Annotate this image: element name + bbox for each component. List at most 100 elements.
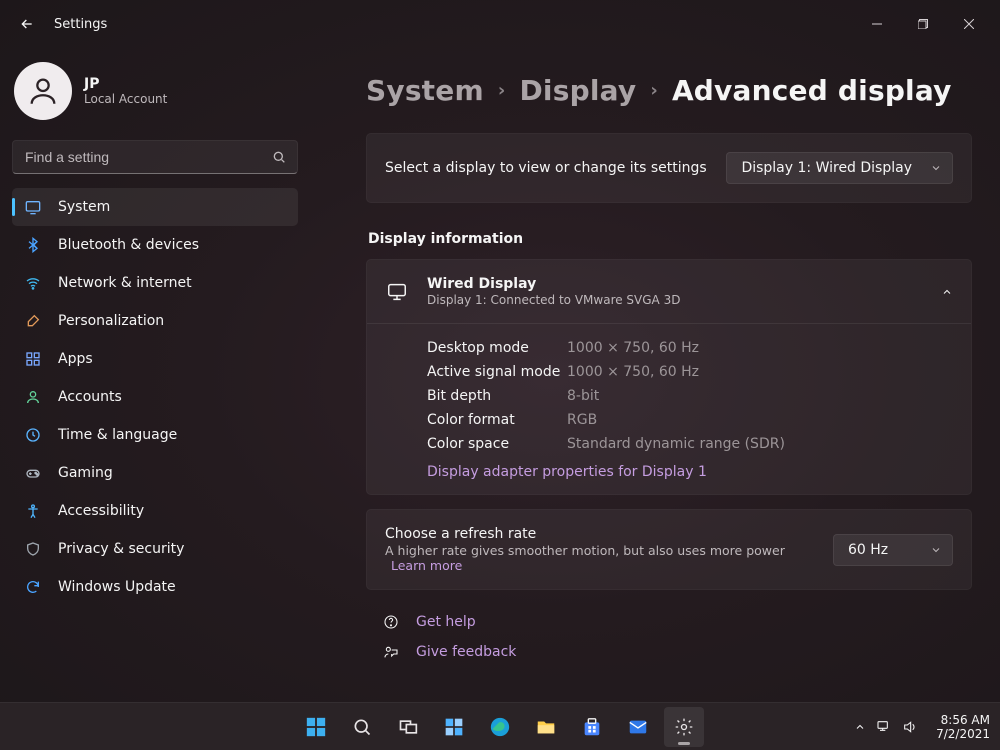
nav-label: Network & internet	[58, 275, 192, 291]
close-button[interactable]	[946, 8, 992, 40]
shield-icon	[24, 540, 42, 558]
mail-button[interactable]	[618, 707, 658, 747]
app-title: Settings	[54, 17, 107, 32]
edge-button[interactable]	[480, 707, 520, 747]
globe-icon	[24, 426, 42, 444]
info-row: Bit depth8-bit	[427, 384, 953, 408]
widgets-button[interactable]	[434, 707, 474, 747]
minimize-button[interactable]	[854, 8, 900, 40]
wifi-icon	[24, 274, 42, 292]
user-name: JP	[84, 76, 167, 92]
nav-label: Personalization	[58, 313, 164, 329]
breadcrumb: System › Display › Advanced display	[366, 74, 972, 107]
get-help-link[interactable]: Get help	[382, 614, 972, 630]
clock-time: 8:56 AM	[936, 713, 990, 727]
chevron-down-icon	[930, 544, 942, 556]
dropdown-value: 60 Hz	[848, 542, 888, 558]
select-display-card: Select a display to view or change its s…	[366, 133, 972, 203]
refresh-rate-card: Choose a refresh rate A higher rate give…	[366, 509, 972, 590]
help-icon	[382, 614, 400, 630]
nav-label: Apps	[58, 351, 93, 367]
maximize-button[interactable]	[900, 8, 946, 40]
nav-item-bluetooth[interactable]: Bluetooth & devices	[12, 226, 298, 264]
nav-item-accounts[interactable]: Accounts	[12, 378, 298, 416]
tray-chevron-up-icon[interactable]	[854, 721, 866, 733]
task-view-button[interactable]	[388, 707, 428, 747]
info-row: Desktop mode1000 × 750, 60 Hz	[427, 336, 953, 360]
monitor-icon	[385, 280, 409, 304]
info-row: Color spaceStandard dynamic range (SDR)	[427, 432, 953, 456]
user-subtitle: Local Account	[84, 92, 167, 106]
chevron-down-icon	[930, 162, 942, 174]
system-tray[interactable]	[854, 719, 918, 735]
settings-taskbar-button[interactable]	[664, 707, 704, 747]
learn-more-link[interactable]: Learn more	[391, 558, 462, 573]
clock-date: 7/2/2021	[936, 727, 990, 741]
search-input[interactable]	[23, 148, 271, 166]
search-icon	[271, 149, 287, 165]
person-arms-icon	[24, 502, 42, 520]
feedback-icon	[382, 644, 400, 660]
display-info-header[interactable]: Wired Display Display 1: Connected to VM…	[367, 260, 971, 324]
nav-label: Bluetooth & devices	[58, 237, 199, 253]
breadcrumb-level3: Advanced display	[672, 74, 952, 107]
info-row: Color formatRGB	[427, 408, 953, 432]
display-icon	[24, 198, 42, 216]
nav-item-time-language[interactable]: Time & language	[12, 416, 298, 454]
display-info-body: Desktop mode1000 × 750, 60 Hz Active sig…	[367, 324, 971, 494]
search-button[interactable]	[342, 707, 382, 747]
gamepad-icon	[24, 464, 42, 482]
display-subtitle: Display 1: Connected to VMware SVGA 3D	[427, 293, 923, 307]
footer-links: Get help Give feedback	[366, 614, 972, 660]
nav-item-windows-update[interactable]: Windows Update	[12, 568, 298, 606]
brush-icon	[24, 312, 42, 330]
window-controls	[854, 8, 992, 40]
nav-item-apps[interactable]: Apps	[12, 340, 298, 378]
nav-label: Windows Update	[58, 579, 176, 595]
display-title: Wired Display	[427, 276, 923, 292]
apps-icon	[24, 350, 42, 368]
taskbar-clock[interactable]: 8:56 AM 7/2/2021	[928, 713, 990, 741]
nav-label: Gaming	[58, 465, 113, 481]
chevron-right-icon: ›	[498, 80, 506, 101]
nav-item-system[interactable]: System	[12, 188, 298, 226]
refresh-title: Choose a refresh rate	[385, 526, 817, 542]
start-button[interactable]	[296, 707, 336, 747]
bluetooth-icon	[24, 236, 42, 254]
breadcrumb-level2[interactable]: Display	[519, 74, 636, 107]
display-select-dropdown[interactable]: Display 1: Wired Display	[726, 152, 953, 184]
nav-item-personalization[interactable]: Personalization	[12, 302, 298, 340]
nav-item-gaming[interactable]: Gaming	[12, 454, 298, 492]
volume-tray-icon[interactable]	[902, 719, 918, 735]
nav-label: Accounts	[58, 389, 122, 405]
breadcrumb-level1[interactable]: System	[366, 74, 484, 107]
main-content: System › Display › Advanced display Sele…	[310, 48, 1000, 702]
get-help-label: Get help	[416, 614, 476, 630]
info-row: Active signal mode1000 × 750, 60 Hz	[427, 360, 953, 384]
taskbar-right: 8:56 AM 7/2/2021	[854, 713, 1000, 741]
user-block[interactable]: JP Local Account	[12, 56, 298, 140]
chevron-right-icon: ›	[650, 80, 658, 101]
title-bar: Settings	[0, 0, 1000, 48]
display-info-card: Wired Display Display 1: Connected to VM…	[366, 259, 972, 495]
dropdown-value: Display 1: Wired Display	[741, 160, 912, 176]
search-box[interactable]	[12, 140, 298, 174]
chevron-up-icon	[941, 286, 953, 298]
nav-item-accessibility[interactable]: Accessibility	[12, 492, 298, 530]
give-feedback-link[interactable]: Give feedback	[382, 644, 972, 660]
nav-label: System	[58, 199, 110, 215]
taskbar: 8:56 AM 7/2/2021	[0, 702, 1000, 750]
refresh-rate-dropdown[interactable]: 60 Hz	[833, 534, 953, 566]
person-icon	[24, 388, 42, 406]
refresh-subtitle: A higher rate gives smoother motion, but…	[385, 543, 817, 573]
nav-label: Accessibility	[58, 503, 144, 519]
nav-label: Privacy & security	[58, 541, 184, 557]
file-explorer-button[interactable]	[526, 707, 566, 747]
taskbar-center	[296, 707, 704, 747]
network-tray-icon[interactable]	[876, 719, 892, 735]
nav-item-privacy[interactable]: Privacy & security	[12, 530, 298, 568]
nav-item-network[interactable]: Network & internet	[12, 264, 298, 302]
adapter-properties-link[interactable]: Display adapter properties for Display 1	[427, 456, 953, 480]
store-button[interactable]	[572, 707, 612, 747]
back-button[interactable]	[12, 9, 42, 39]
